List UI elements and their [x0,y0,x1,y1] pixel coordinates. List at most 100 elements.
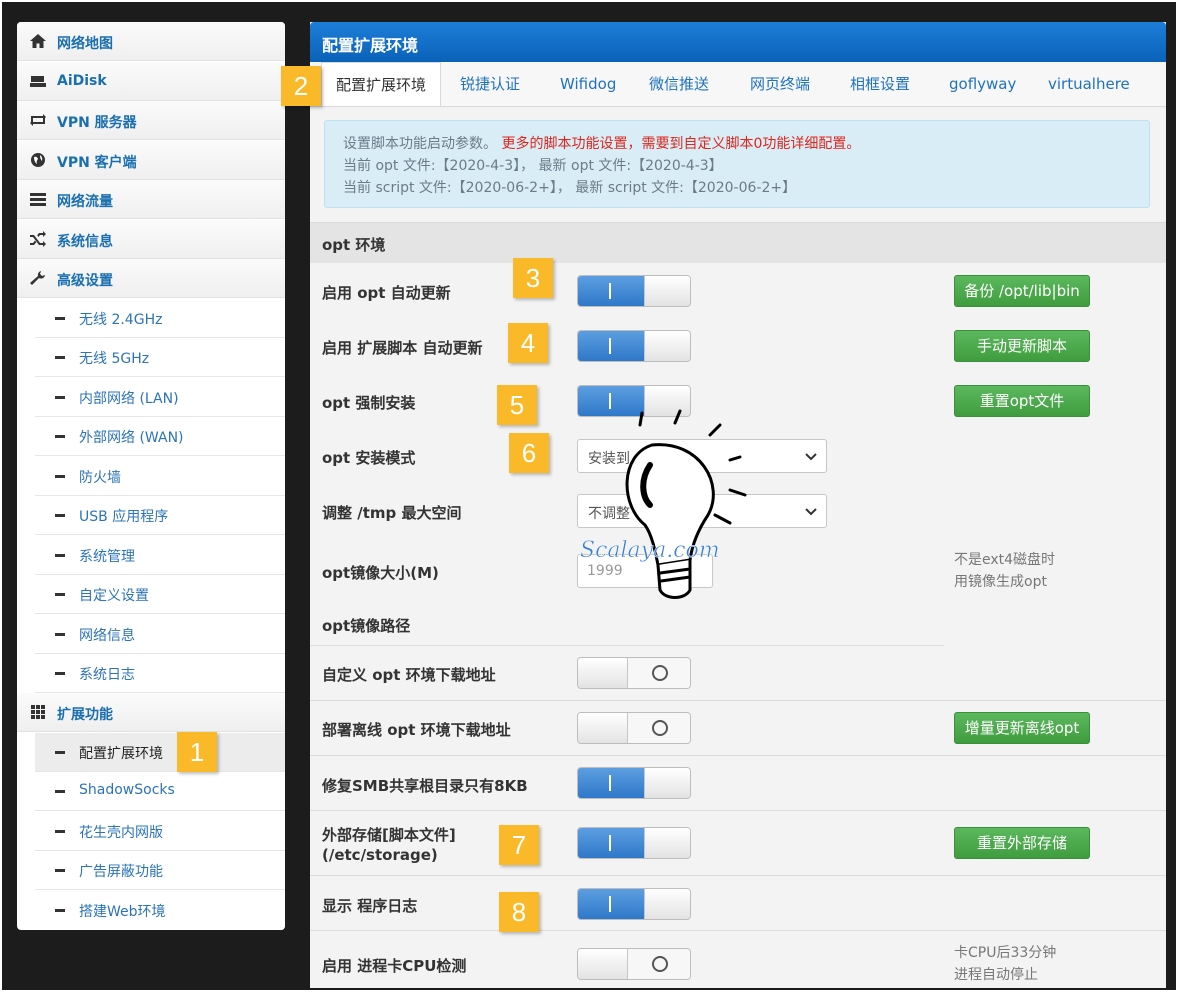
divider [310,645,944,646]
sidebar-subitem-usb[interactable]: USB 应用程序 [35,496,285,535]
ext4-note: 不是ext4磁盘时 用镜像生成opt [954,549,1055,593]
sidebar-subitem-label: 配置扩展环境 [79,746,163,762]
dash-icon [55,593,65,596]
sidebar-subitem-label: 防火墙 [79,470,121,486]
smb-fix-toggle[interactable] [577,767,691,799]
sidebar-item-vpn-server[interactable]: VPN 服务器 [17,101,285,140]
script-update-toggle[interactable] [577,330,691,362]
sidebar-subitem-shadowsocks[interactable]: ShadowSocks [35,772,285,811]
sidebar-subitem-adblock[interactable]: 广告屏蔽功能 [35,851,285,890]
tab-web-terminal[interactable]: 网页终端 [750,62,810,106]
dash-icon [55,514,65,517]
divider [310,930,1166,931]
main-panel: 配置扩展环境 配置扩展环境 锐捷认证 Wifidog 微信推送 网页终端 相框设… [310,22,1166,988]
opt-force-label: opt 强制安装 [322,394,416,412]
sidebar-item-traffic[interactable]: 网络流量 [17,180,285,219]
incremental-update-button[interactable]: 增量更新离线opt [954,712,1090,744]
tab-goflyway[interactable]: goflyway [949,62,1016,106]
sidebar-item-vpn-client[interactable]: VPN 客户端 [17,141,285,180]
divider [310,875,1166,876]
opt-force-toggle[interactable] [577,385,691,417]
dash-icon [55,475,65,478]
sidebar-item-label: 网络流量 [57,194,113,210]
custom-opt-url-label: 自定义 opt 环境下载地址 [322,666,496,684]
reset-opt-button[interactable]: 重置opt文件 [954,385,1090,417]
sidebar-subitem-label: 无线 2.4GHz [79,312,163,328]
sidebar-subitem-wan[interactable]: 外部网络 (WAN) [35,417,285,456]
sidebar-subitem-system-log[interactable]: 系统日志 [35,654,285,693]
page-title-bar: 配置扩展环境 [310,22,1166,62]
annotation-badge: 1 [177,732,217,772]
tab-config-env[interactable]: 配置扩展环境 [321,62,441,106]
script-version-text: 当前 script 文件:【2020-06-2+】， 最新 script 文件:… [343,180,797,196]
opt-image-size-input[interactable]: 1999 [577,554,713,588]
tmp-adjust-label: 调整 /tmp 最大空间 [322,504,462,522]
opt-image-size-label: opt镜像大小(M) [322,564,439,582]
sidebar-item-advanced[interactable]: 高级设置 [17,259,285,298]
sidebar-item-label: 扩展功能 [57,707,113,723]
sidebar-subitem-label: USB 应用程序 [79,509,169,525]
cpu-check-toggle[interactable] [577,948,691,980]
sidebar-item-aidisk[interactable]: AiDisk [17,62,285,101]
cpu-note-line: 卡CPU后33分钟 [954,945,1057,961]
tab-wechat-push[interactable]: 微信推送 [649,62,709,106]
sidebar-subitem-label: 系统管理 [79,549,135,565]
tab-virtualhere[interactable]: virtualhere [1048,62,1130,106]
dash-icon [55,672,65,675]
cpu-note-line: 进程自动停止 [954,967,1038,983]
sidebar-subitem-label: 花生壳内网版 [79,825,163,841]
sidebar-subitem-firewall[interactable]: 防火墙 [35,457,285,496]
dash-icon [55,790,65,793]
manual-update-button[interactable]: 手动更新脚本 [954,330,1090,362]
show-log-toggle[interactable] [577,888,691,920]
sidebar-item-label: 系统信息 [57,234,113,250]
divider [310,755,1166,756]
info-alert: 设置脚本功能启动参数。 更多的脚本功能设置，需要到自定义脚本0功能详细配置。 当… [324,120,1150,208]
cpu-check-label: 启用 进程卡CPU检测 [322,957,467,975]
cpu-note: 卡CPU后33分钟 进程自动停止 [954,942,1056,986]
sidebar-item-system-info[interactable]: 系统信息 [17,220,285,259]
ext4-note-line: 不是ext4磁盘时 [954,552,1056,568]
traffic-icon [30,193,46,206]
annotation-badge: 6 [509,433,549,473]
dash-icon [55,830,65,833]
sidebar-subitem-oray[interactable]: 花生壳内网版 [35,812,285,851]
reset-storage-button[interactable]: 重置外部存储 [954,827,1090,859]
sidebar-item-label: VPN 服务器 [57,115,137,131]
tmp-adjust-select[interactable]: 不调整 [577,494,827,528]
sidebar-subitem-label: 系统日志 [79,667,135,683]
tab-bar: 配置扩展环境 锐捷认证 Wifidog 微信推送 网页终端 相框设置 gofly… [310,62,1166,107]
sidebar-subitem-label: 内部网络 (LAN) [79,391,179,407]
sidebar-subitem-network-info[interactable]: 网络信息 [35,615,285,654]
ext-storage-toggle[interactable] [577,827,691,859]
sidebar-subitem-label: ShadowSocks [79,782,175,798]
sidebar-item-label: 高级设置 [57,273,113,289]
dash-icon [55,751,65,754]
opt-update-toggle[interactable] [577,275,691,307]
custom-opt-url-toggle[interactable] [577,657,691,689]
offline-opt-url-toggle[interactable] [577,712,691,744]
sidebar-subitem-wireless-5[interactable]: 无线 5GHz [35,338,285,377]
sidebar-subitem-label: 外部网络 (WAN) [79,430,184,446]
tab-ruijie[interactable]: 锐捷认证 [460,62,520,106]
sidebar-subitem-wireless-24[interactable]: 无线 2.4GHz [35,299,285,338]
sidebar-subitem-web-env[interactable]: 搭建Web环境 [35,891,285,930]
wrench-icon [30,271,45,285]
tab-wifidog[interactable]: Wifidog [560,62,616,106]
opt-mode-select[interactable]: 安装到 [577,439,827,473]
tab-photo-frame[interactable]: 相框设置 [850,62,910,106]
annotation-badge: 4 [508,323,548,363]
sidebar-item-extensions[interactable]: 扩展功能 [17,693,285,732]
sidebar-subitem-lan[interactable]: 内部网络 (LAN) [35,378,285,417]
opt-mode-label: opt 安装模式 [322,449,416,467]
sidebar-item-network-map[interactable]: 网络地图 [17,22,285,61]
sidebar-subitem-config-env[interactable]: 配置扩展环境 [35,733,285,772]
dash-icon [55,356,65,359]
sidebar-subitem-system-admin[interactable]: 系统管理 [35,536,285,575]
page-title: 配置扩展环境 [322,36,419,55]
sidebar-subitem-custom[interactable]: 自定义设置 [35,575,285,614]
globe-icon [31,153,45,167]
backup-button[interactable]: 备份 /opt/lib|bin [954,275,1090,307]
annotation-badge: 5 [497,385,537,425]
disk-icon [30,76,46,87]
